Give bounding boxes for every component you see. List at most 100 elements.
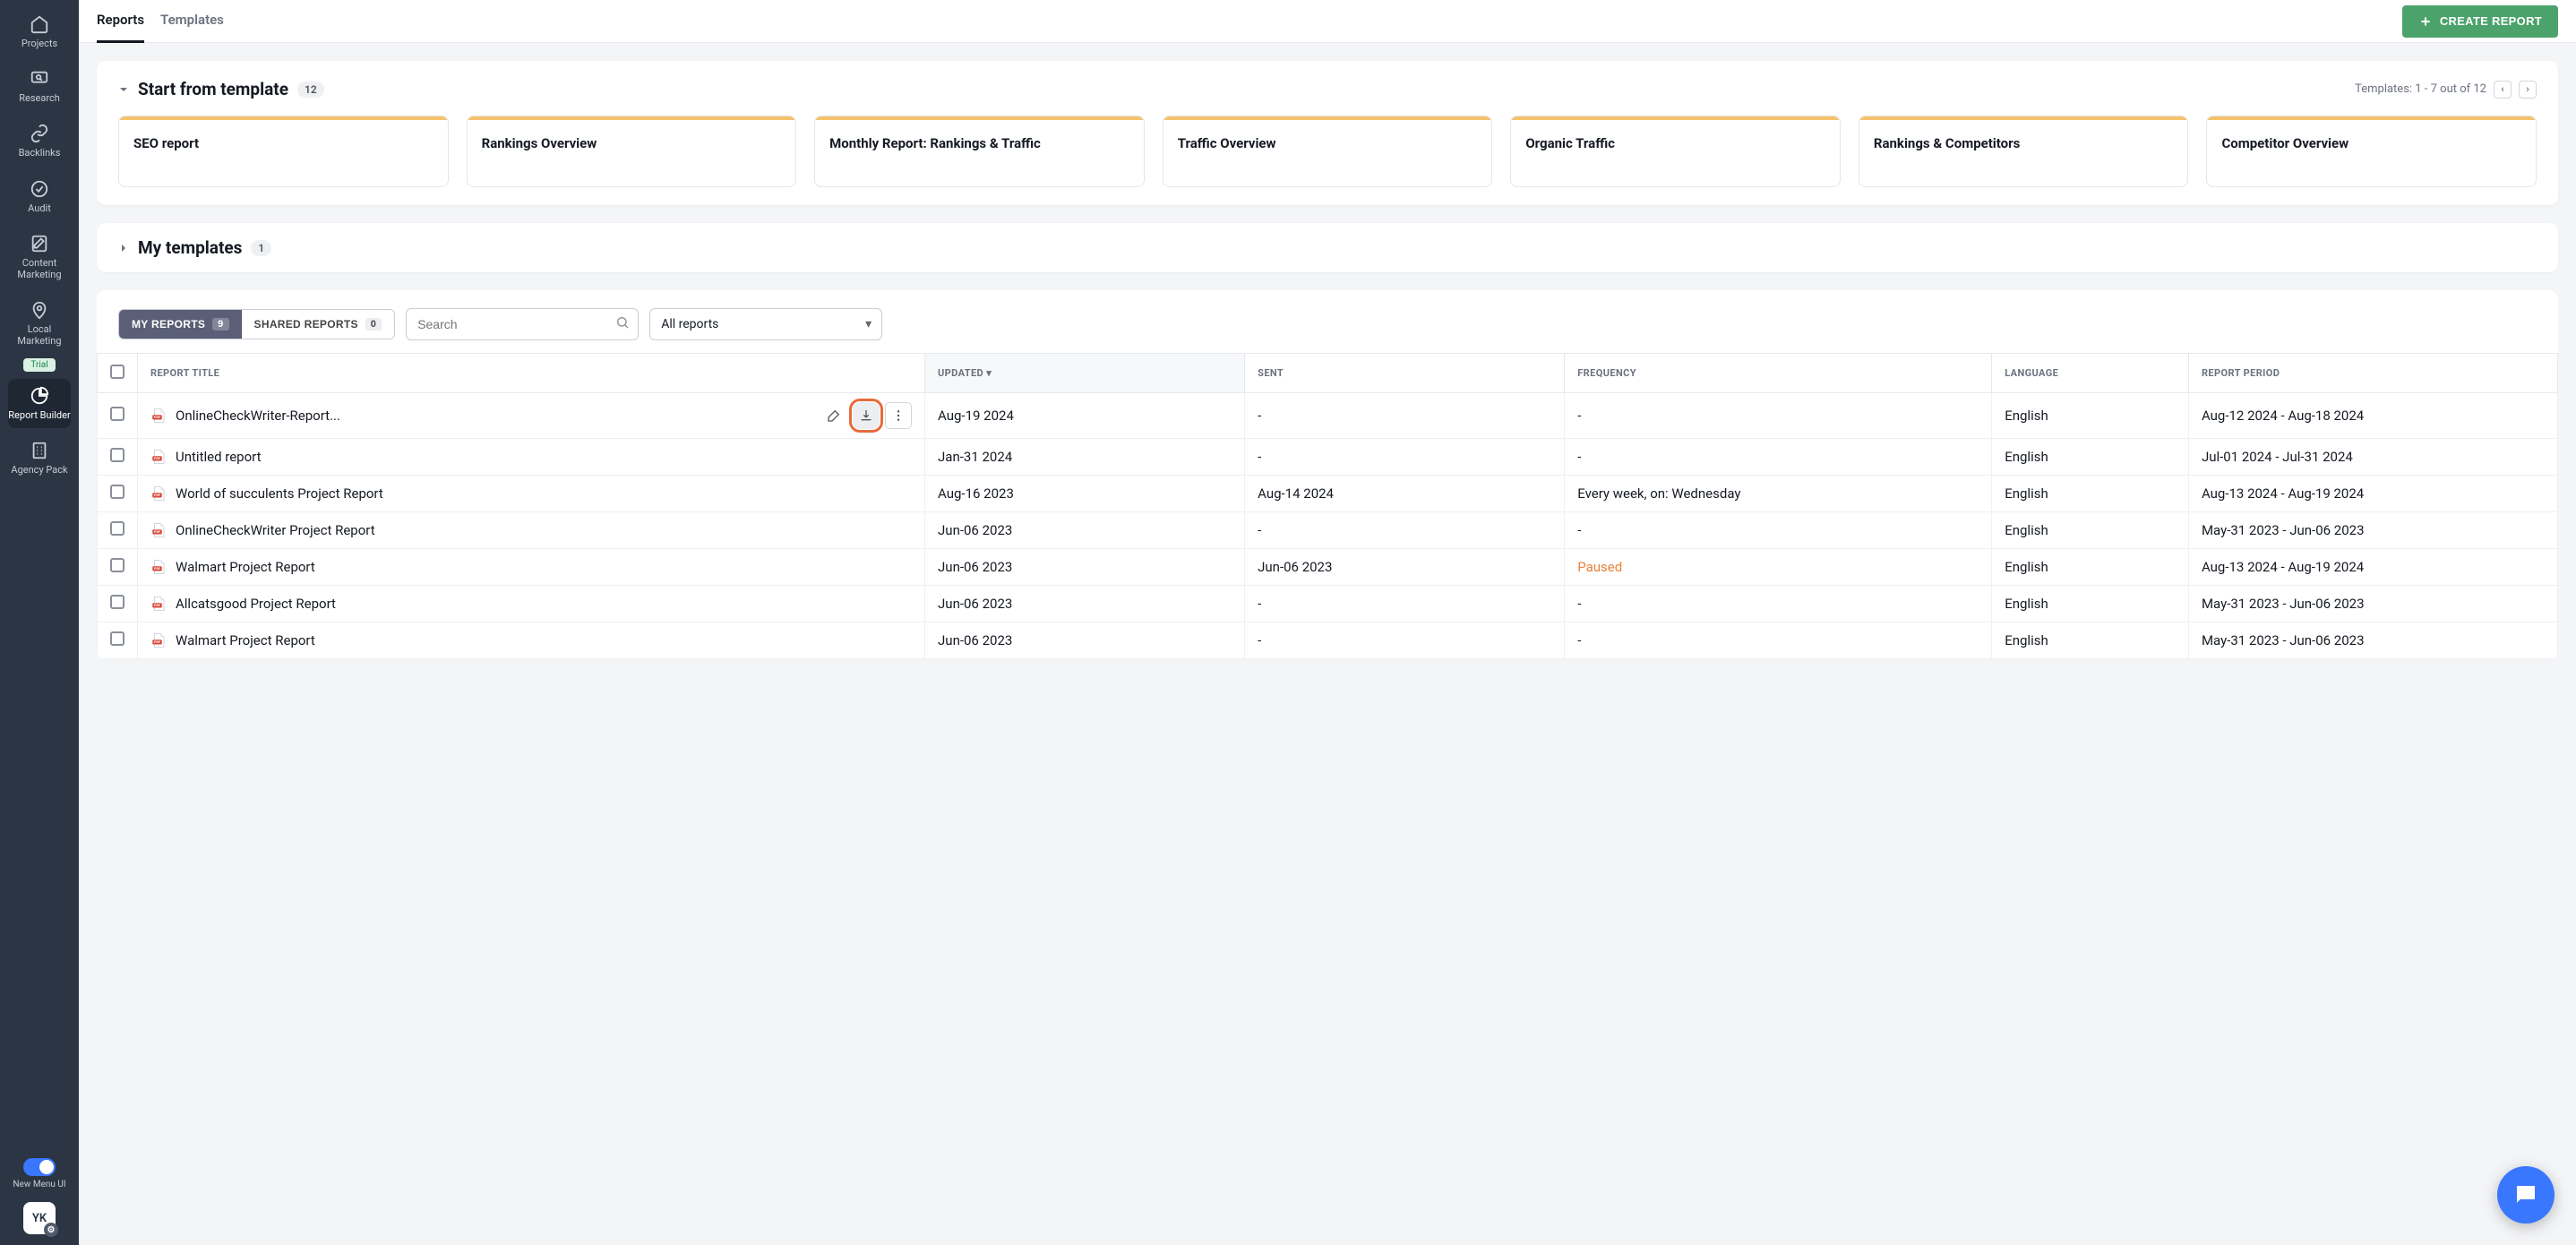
map-pin-icon: [30, 300, 49, 320]
cell-frequency: -: [1565, 586, 1992, 622]
create-report-button[interactable]: CREATE REPORT: [2402, 5, 2558, 38]
template-card[interactable]: Monthly Report: Rankings & Traffic: [814, 116, 1145, 187]
table-row[interactable]: PDFOnlineCheckWriter-Report...Aug-19 202…: [98, 393, 2558, 439]
tab-templates[interactable]: Templates: [160, 0, 224, 43]
shared-reports-tab[interactable]: SHARED REPORTS 0: [242, 310, 395, 339]
col-title[interactable]: REPORT TITLE: [138, 354, 925, 393]
cell-period: Aug-13 2024 - Aug-19 2024: [2188, 549, 2557, 586]
row-checkbox[interactable]: [110, 631, 125, 646]
cell-period: Aug-13 2024 - Aug-19 2024: [2188, 476, 2557, 512]
cell-frequency: Paused: [1565, 549, 1992, 586]
section-title: My templates: [138, 237, 242, 258]
edit-button[interactable]: [820, 402, 847, 429]
search-icon: [615, 315, 630, 333]
cell-updated: Jun-06 2023: [925, 512, 1245, 549]
cell-frequency: -: [1565, 512, 1992, 549]
cell-updated: Jun-06 2023: [925, 622, 1245, 659]
table-row[interactable]: PDFWalmart Project ReportJun-06 2023--En…: [98, 622, 2558, 659]
template-range-text: Templates: 1 - 7 out of 12: [2355, 82, 2486, 96]
sidebar-item-backlinks[interactable]: Backlinks: [8, 116, 71, 166]
cell-sent: Jun-06 2023: [1245, 549, 1565, 586]
sidebar-item-report-builder[interactable]: Report Builder: [8, 379, 71, 428]
cell-language: English: [1992, 439, 2189, 476]
table-row[interactable]: PDF World of succulents Project Report Aug…: [98, 476, 2558, 512]
search-input[interactable]: [406, 308, 639, 340]
sidebar-item-label: Local Marketing: [8, 323, 71, 347]
row-checkbox[interactable]: [110, 448, 125, 462]
col-sent[interactable]: SENT: [1245, 354, 1565, 393]
template-card[interactable]: Rankings & Competitors: [1859, 116, 2189, 187]
template-next-button[interactable]: ›: [2519, 81, 2537, 99]
row-checkbox[interactable]: [110, 407, 125, 421]
col-language[interactable]: LANGUAGE: [1992, 354, 2189, 393]
count-badge: 9: [212, 318, 228, 331]
template-card[interactable]: Organic Traffic: [1510, 116, 1841, 187]
col-period[interactable]: REPORT PERIOD: [2188, 354, 2557, 393]
start-from-template-section: Start from template 12 Templates: 1 - 7 …: [97, 61, 2558, 205]
svg-text:PDF: PDF: [154, 567, 160, 571]
col-frequency[interactable]: FREQUENCY: [1565, 354, 1992, 393]
report-title: Walmart Project Report: [176, 559, 315, 575]
reports-table: REPORT TITLE UPDATED ▾ SENT FREQUENCY LA…: [97, 353, 2558, 659]
user-avatar[interactable]: YK: [23, 1202, 56, 1234]
cell-sent: -: [1245, 622, 1565, 659]
row-checkbox[interactable]: [110, 485, 125, 499]
more-button[interactable]: [885, 402, 912, 429]
download-button[interactable]: [853, 402, 880, 429]
col-updated[interactable]: UPDATED ▾: [925, 354, 1245, 393]
table-row[interactable]: PDF Walmart Project Report Jun-06 2023Jun-…: [98, 549, 2558, 586]
template-card[interactable]: Traffic Overview: [1163, 116, 1493, 187]
cell-updated: Jun-06 2023: [925, 549, 1245, 586]
pdf-icon: PDF: [150, 522, 167, 538]
menu-ui-toggle[interactable]: [23, 1158, 56, 1176]
report-title: OnlineCheckWriter Project Report: [176, 522, 375, 538]
sidebar-item-projects[interactable]: Projects: [8, 7, 71, 56]
sidebar-item-local-marketing[interactable]: Local Marketing: [8, 293, 71, 354]
sidebar: Projects Research Backlinks Audit Conten…: [0, 0, 79, 1245]
report-title: World of succulents Project Report: [176, 485, 383, 502]
tab-reports[interactable]: Reports: [97, 0, 144, 43]
svg-text:PDF: PDF: [154, 494, 160, 497]
chevron-right-icon[interactable]: [118, 243, 129, 253]
report-filter-dropdown[interactable]: All reports: [649, 308, 882, 340]
template-card[interactable]: Competitor Overview: [2206, 116, 2537, 187]
sidebar-item-audit[interactable]: Audit: [8, 172, 71, 221]
table-row[interactable]: PDFUntitled reportJan-31 2024--EnglishJu…: [98, 439, 2558, 476]
cell-sent: -: [1245, 393, 1565, 439]
pdf-icon: PDF: [150, 408, 167, 424]
row-checkbox[interactable]: [110, 558, 125, 572]
cell-updated: Aug-19 2024: [925, 393, 1245, 439]
sidebar-item-agency-pack[interactable]: Agency Pack: [8, 434, 71, 483]
select-all-checkbox[interactable]: [110, 365, 125, 379]
sidebar-item-label: Audit: [28, 202, 51, 214]
sidebar-item-content-marketing[interactable]: Content Marketing: [8, 227, 71, 288]
search-box: [406, 308, 639, 340]
dropdown-value: All reports: [649, 308, 882, 340]
monitor-search-icon: [30, 69, 49, 89]
table-row[interactable]: PDF OnlineCheckWriter Project Report Jun-0…: [98, 512, 2558, 549]
sidebar-item-label: Agency Pack: [11, 464, 67, 476]
sidebar-item-label: Research: [19, 92, 60, 104]
pdf-icon: PDF: [150, 596, 167, 612]
pdf-icon: PDF: [150, 632, 167, 648]
sidebar-item-research[interactable]: Research: [8, 62, 71, 111]
row-checkbox[interactable]: [110, 595, 125, 609]
sidebar-item-label: Projects: [21, 38, 57, 49]
table-row[interactable]: PDFAllcatsgood Project ReportJun-06 2023…: [98, 586, 2558, 622]
cell-period: May-31 2023 - Jun-06 2023: [2188, 512, 2557, 549]
chevron-down-icon[interactable]: [118, 84, 129, 95]
template-prev-button[interactable]: ‹: [2494, 81, 2512, 99]
plus-icon: [2418, 14, 2433, 29]
template-card[interactable]: Rankings Overview: [467, 116, 797, 187]
check-circle-icon: [30, 179, 49, 199]
chat-widget-button[interactable]: [2497, 1166, 2555, 1224]
template-card-title: Traffic Overview: [1178, 134, 1478, 152]
section-title: Start from template: [138, 79, 288, 99]
template-card[interactable]: SEO report: [118, 116, 449, 187]
row-checkbox[interactable]: [110, 521, 125, 536]
cell-frequency: -: [1565, 622, 1992, 659]
my-reports-tab[interactable]: MY REPORTS 9: [119, 310, 242, 339]
my-templates-count-badge: 1: [251, 240, 271, 256]
sidebar-item-label: Content Marketing: [8, 257, 71, 280]
pdf-icon: PDF: [150, 559, 167, 575]
